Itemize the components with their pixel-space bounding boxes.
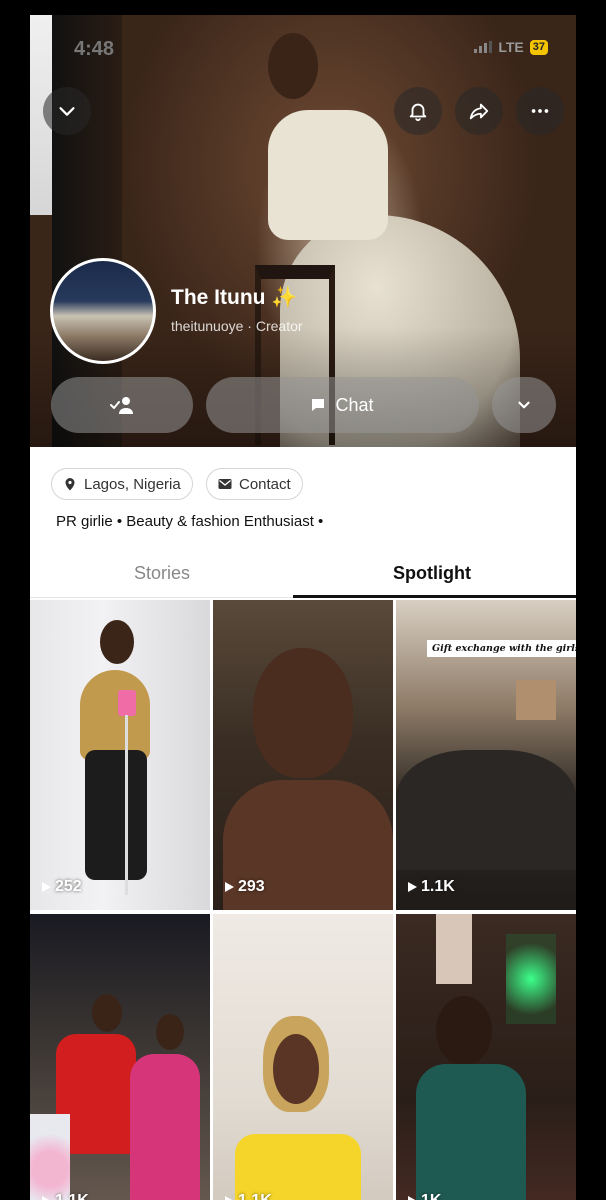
profile-role: Creator	[255, 318, 303, 334]
view-count-label: 1.1K	[421, 878, 455, 895]
subtitle-separator: ·	[247, 318, 256, 334]
view-count-label: 1.1K	[55, 1192, 89, 1200]
view-count: 1K	[408, 1192, 441, 1200]
username: theitunuoye	[171, 318, 244, 334]
spotlight-tile[interactable]: 293	[213, 600, 393, 910]
chat-icon	[312, 399, 325, 411]
notifications-button[interactable]	[394, 87, 442, 135]
mail-icon	[218, 479, 232, 489]
avatar[interactable]	[50, 258, 156, 364]
play-icon	[225, 882, 234, 892]
view-count: 252	[42, 878, 82, 896]
more-icon	[531, 109, 549, 113]
view-count: 1.1K	[42, 1192, 89, 1200]
location-pin-icon	[65, 478, 75, 491]
collapse-button[interactable]	[43, 87, 91, 135]
add-friend-icon	[110, 397, 133, 414]
play-icon	[408, 1196, 417, 1200]
profile-screen: 4:48 LTE 37 The Itunu ✨ theitunuoye · Cr…	[30, 15, 576, 1200]
profile-bio: PR girlie • Beauty & fashion Enthusiast …	[56, 513, 324, 530]
signal-icon	[474, 41, 493, 53]
view-count-label: 252	[55, 878, 82, 895]
view-count-label: 293	[238, 878, 265, 895]
contact-label: Contact	[239, 475, 291, 493]
active-tab-indicator	[293, 595, 576, 598]
location-label: Lagos, Nigeria	[84, 475, 181, 493]
tab-stories[interactable]: Stories	[134, 563, 190, 584]
chevron-down-icon	[518, 401, 530, 409]
add-friend-button[interactable]	[51, 377, 193, 433]
more-options-button[interactable]	[516, 87, 564, 135]
view-count-label: 1K	[421, 1192, 441, 1200]
bell-icon	[409, 103, 427, 122]
spotlight-tile[interactable]: 1.1K	[213, 914, 393, 1200]
spotlight-tile[interactable]: Gift exchange with the girls 1.1K	[396, 600, 576, 910]
view-count: 1.1K	[225, 1192, 272, 1200]
view-count-label: 1.1K	[238, 1192, 272, 1200]
more-actions-button[interactable]	[492, 377, 556, 433]
play-icon	[408, 882, 417, 892]
share-icon	[469, 103, 489, 120]
spotlight-tile[interactable]: 252	[30, 600, 210, 910]
view-count: 293	[225, 878, 265, 896]
spotlight-tile[interactable]: 1K	[396, 914, 576, 1200]
contact-chip[interactable]: Contact	[206, 468, 303, 500]
chat-label: Chat	[335, 394, 374, 415]
display-name: The Itunu ✨	[171, 286, 298, 309]
location-chip[interactable]: Lagos, Nigeria	[51, 468, 193, 500]
chevron-down-icon	[59, 107, 75, 116]
profile-subtitle: theitunuoye · Creator	[171, 318, 303, 334]
play-icon	[42, 1196, 51, 1200]
spotlight-tile[interactable]: 1.1K	[30, 914, 210, 1200]
network-label: LTE	[498, 39, 524, 55]
battery-icon: 37	[529, 39, 548, 55]
play-icon	[225, 1196, 234, 1200]
status-time: 4:48	[74, 38, 115, 60]
chat-button[interactable]: Chat	[206, 377, 479, 433]
play-icon	[42, 882, 51, 892]
view-count: 1.1K	[408, 878, 455, 896]
status-indicators: LTE 37	[474, 39, 548, 55]
tab-spotlight[interactable]: Spotlight	[393, 563, 471, 584]
share-button[interactable]	[455, 87, 503, 135]
tile-caption: Gift exchange with the girls	[427, 640, 576, 657]
